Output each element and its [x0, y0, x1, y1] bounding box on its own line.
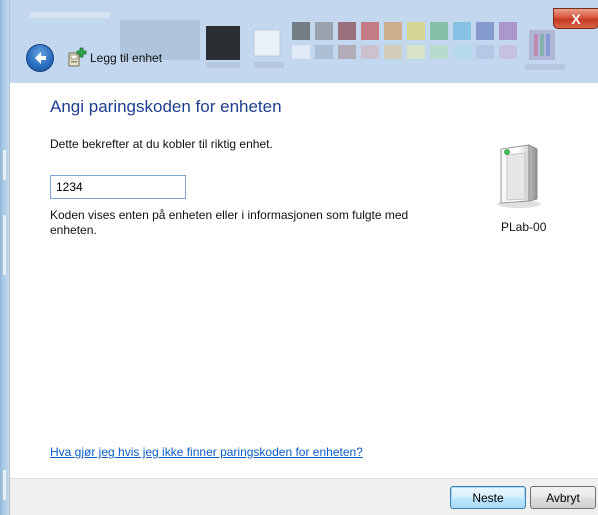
close-icon: X: [571, 10, 581, 27]
pairing-code-input[interactable]: [50, 175, 186, 199]
page-description: Dette bekrefter at du kobler til riktig …: [50, 137, 273, 151]
button-bar: Neste Avbryt: [10, 478, 598, 515]
device-name-label: PLab-00: [501, 220, 547, 234]
back-arrow-icon: [35, 52, 46, 64]
title-bar: X Legg til enhet: [10, 0, 598, 83]
main-content: Angi paringskoden for enheten Dette bekr…: [10, 83, 598, 478]
add-device-window: X Legg til enhet Angi paringskoden for e…: [0, 0, 598, 515]
add-device-icon: [68, 47, 87, 67]
cancel-button[interactable]: Avbryt: [530, 486, 596, 509]
window-frame-left: [0, 0, 10, 515]
next-button[interactable]: Neste: [450, 486, 526, 509]
page-heading: Angi paringskoden for enheten: [50, 97, 282, 116]
back-button[interactable]: [26, 44, 54, 72]
printer-device-icon: [497, 144, 541, 208]
help-pairing-code-link[interactable]: Hva gjør jeg hvis jeg ikke finner paring…: [50, 445, 363, 459]
close-button[interactable]: X: [553, 8, 598, 29]
pairing-code-hint: Koden vises enten på enheten eller i inf…: [50, 208, 409, 237]
glass-background: [10, 0, 598, 83]
window-title: Legg til enhet: [90, 51, 163, 65]
